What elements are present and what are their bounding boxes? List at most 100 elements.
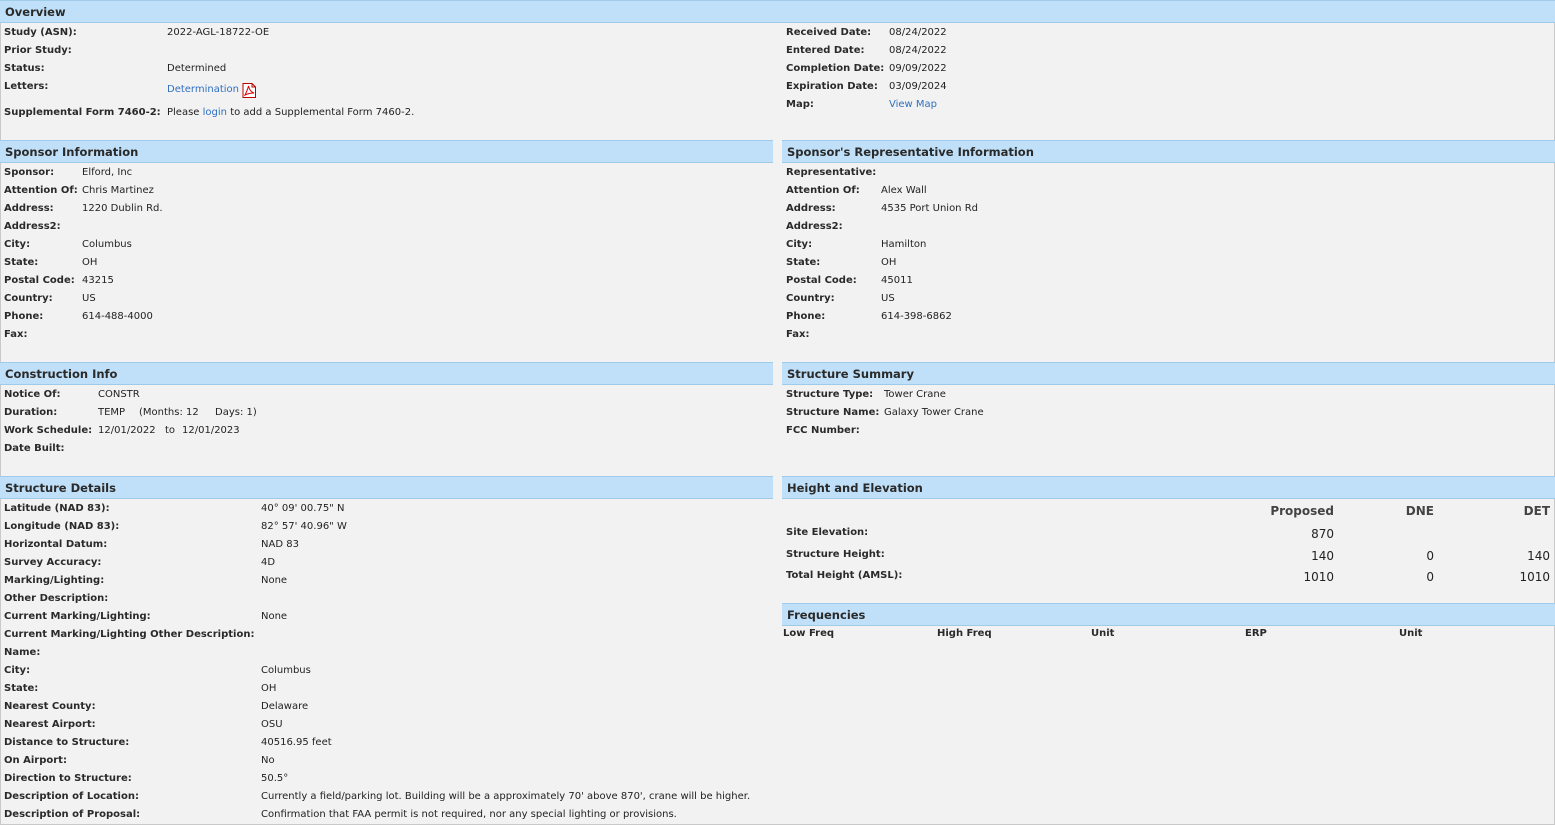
completion-date-value: 09/09/2022 [889, 63, 947, 74]
representative-field-label: City: [786, 239, 813, 250]
sponsor-field-value: Columbus [82, 239, 132, 250]
supplemental-prefix: Please [167, 107, 200, 118]
structure-details-field-label: Direction to Structure: [4, 773, 132, 784]
structure-details-field-label: Survey Accuracy: [4, 557, 102, 568]
sponsor-field-label: City: [4, 239, 31, 250]
height-proposed-value: 140 [1311, 548, 1334, 563]
expiration-date-value: 03/09/2024 [889, 81, 947, 92]
representative-field-value: Alex Wall [881, 185, 927, 196]
duration-label: Duration: [4, 407, 58, 418]
representative-header: Sponsor's Representative Information [782, 140, 1555, 163]
sponsor-field-value: US [82, 293, 96, 304]
completion-date-label: Completion Date: [786, 63, 885, 74]
structure-details-field-label: Longitude (NAD 83): [4, 521, 120, 532]
supplemental-suffix: to add a Supplemental Form 7460-2. [230, 107, 415, 118]
expiration-date-label: Expiration Date: [786, 81, 878, 92]
duration-months: (Months: 12 [139, 407, 199, 418]
sponsor-field-value: 1220 Dublin Rd. [82, 203, 163, 214]
structure-details-field-value: Confirmation that FAA permit is not requ… [261, 809, 677, 820]
structure-details-field-label: State: [4, 683, 39, 694]
height-proposed-value: 1010 [1303, 570, 1334, 584]
supplemental-label: Supplemental Form 7460-2: [4, 107, 161, 118]
sponsor-field-value: Chris Martinez [82, 185, 154, 196]
sponsor-field-value: Elford, Inc [82, 167, 133, 178]
structure-details-field-label: Marking/Lighting: [4, 575, 105, 586]
structure-details-header: Structure Details [0, 476, 773, 499]
frequency-column-header: ERP [1245, 628, 1267, 639]
structure-summary-header: Structure Summary [782, 362, 1555, 385]
structure-details-field-value: 40° 09' 00.75" N [261, 503, 345, 514]
sponsor-header: Sponsor Information [0, 140, 773, 163]
sponsor-field-label: Country: [4, 293, 53, 304]
representative-field-value: 45011 [881, 275, 913, 286]
structure-details-field-label: Current Marking/Lighting: [4, 611, 151, 622]
sponsor-field-label: Attention Of: [4, 185, 78, 196]
structure-details-field-label: Nearest Airport: [4, 719, 96, 730]
representative-field-value: OH [881, 257, 897, 268]
dne-column-header: DNE [1405, 504, 1434, 518]
height-dne-value: 0 [1426, 570, 1434, 584]
det-column-header: DET [1523, 504, 1550, 518]
pdf-icon[interactable] [242, 83, 256, 98]
structure-details-field-label: On Airport: [4, 755, 67, 766]
work-schedule-end: 12/01/2023 [182, 425, 240, 436]
representative-field-label: State: [786, 257, 821, 268]
supplemental-text: Please login to add a Supplemental Form … [167, 104, 414, 122]
representative-field-label: Address2: [786, 221, 843, 232]
duration-days: Days: 1) [215, 407, 257, 418]
structure-details-field-value: OH [261, 683, 277, 694]
height-elevation-header: Height and Elevation [782, 476, 1555, 499]
frequency-column-header: Unit [1399, 628, 1423, 639]
frequency-column-header: Unit [1091, 628, 1115, 639]
sponsor-field-label: Address2: [4, 221, 61, 232]
determination-link[interactable]: Determination [167, 81, 239, 99]
structure-details-field-label: Description of Proposal: [4, 809, 141, 820]
representative-field-label: Address: [786, 203, 836, 214]
sponsor-field-label: State: [4, 257, 39, 268]
login-link[interactable]: login [203, 107, 227, 118]
sponsor-field-value: 43215 [82, 275, 114, 286]
height-det-value: 1010 [1519, 570, 1550, 584]
height-det-value: 140 [1527, 548, 1550, 563]
view-map-link[interactable]: View Map [889, 96, 937, 114]
structure-details-field-label: City: [4, 665, 31, 676]
status-value: Determined [167, 63, 227, 74]
structure-summary-field-label: FCC Number: [786, 425, 860, 436]
work-schedule-start: 12/01/2022 [98, 425, 156, 436]
structure-details-field-value: No [261, 755, 275, 766]
letters-label: Letters: [4, 81, 49, 92]
representative-field-value: Hamilton [881, 239, 927, 250]
height-row-label: Site Elevation: [786, 527, 869, 538]
structure-details-field-value: Currently a field/parking lot. Building … [261, 791, 751, 802]
work-schedule-label: Work Schedule: [4, 425, 93, 436]
height-dne-value: 0 [1426, 548, 1434, 563]
structure-details-field-label: Horizontal Datum: [4, 539, 108, 550]
sponsor-field-label: Phone: [4, 311, 44, 322]
sponsor-field-label: Sponsor: [4, 167, 55, 178]
structure-details-field-value: 4D [261, 557, 276, 568]
representative-field-label: Phone: [786, 311, 826, 322]
sponsor-field-value: OH [82, 257, 98, 268]
work-schedule-to: to [165, 425, 176, 436]
height-proposed-value: 870 [1311, 527, 1334, 541]
notice-value: CONSTR [98, 389, 140, 400]
structure-summary-field-value: Tower Crane [884, 389, 946, 400]
height-row-label: Total Height (AMSL): [786, 570, 903, 581]
structure-details-field-value: OSU [261, 719, 283, 730]
construction-header: Construction Info [0, 362, 773, 385]
sponsor-field-label: Fax: [4, 329, 28, 340]
sponsor-field-label: Address: [4, 203, 54, 214]
structure-details-field-value: None [261, 611, 288, 622]
structure-details-field-label: Current Marking/Lighting Other Descripti… [4, 629, 255, 640]
entered-date-value: 08/24/2022 [889, 45, 947, 56]
structure-details-field-label: Distance to Structure: [4, 737, 130, 748]
received-date-value: 08/24/2022 [889, 27, 947, 38]
proposed-column-header: Proposed [1270, 504, 1334, 518]
representative-field-value: US [881, 293, 895, 304]
representative-field-label: Attention Of: [786, 185, 860, 196]
status-label: Status: [4, 63, 45, 74]
frequencies-header: Frequencies [782, 603, 1555, 626]
duration-value: TEMP [98, 407, 126, 418]
entered-date-label: Entered Date: [786, 45, 865, 56]
structure-details-field-value: Delaware [261, 701, 309, 712]
